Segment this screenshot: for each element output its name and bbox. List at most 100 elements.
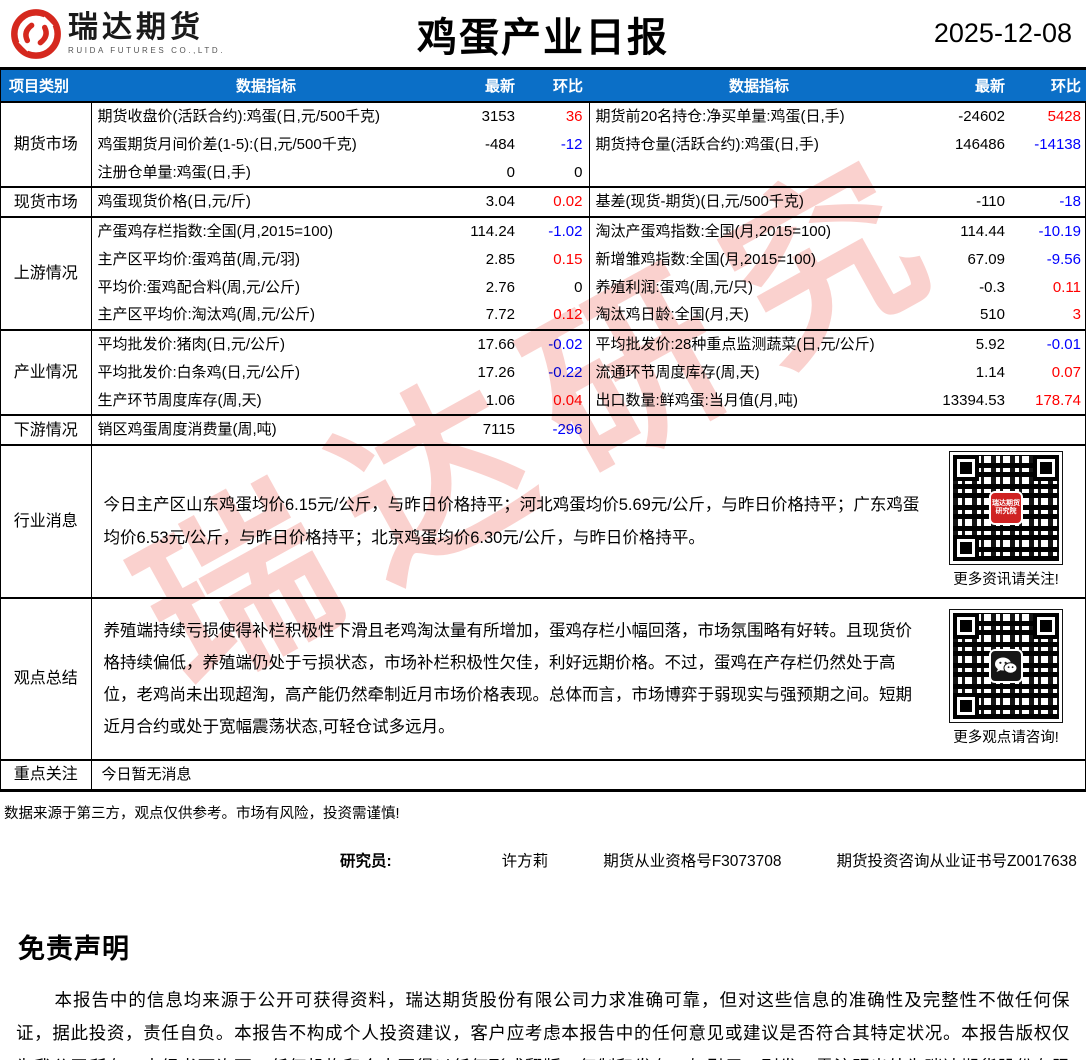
col-header-category: 项目类别 xyxy=(1,70,91,103)
indicator-cell: 主产区平均价:淘汰鸡(周,元/公斤) xyxy=(97,306,316,324)
summary-cell: 养殖端持续亏损使得补栏积极性下滑且老鸡淘汰量有所增加，蛋鸡存栏小幅回落，市场氛围… xyxy=(91,597,1086,761)
chg-cell: -14138 xyxy=(1034,135,1081,153)
summary-qr-code xyxy=(949,608,1063,723)
focus-row: 重点关注 今日暂无消息 xyxy=(1,759,1086,792)
latest-cell: 0 xyxy=(506,163,515,181)
table-row: 平均价:蛋鸡配合料(周,元/公斤) 2.76 0 养殖利润:蛋鸡(周,元/只) … xyxy=(1,273,1086,302)
latest-cell: -484 xyxy=(484,135,515,153)
chg-cell: 0.07 xyxy=(1051,363,1081,381)
table-row: 生产环节周度库存(周,天) 1.06 0.04 出口数量:鲜鸡蛋:当月值(月,吨… xyxy=(1,386,1086,416)
latest-cell: -0.3 xyxy=(979,278,1005,296)
indicator-cell xyxy=(589,159,929,188)
table-row: 上游情况 产蛋鸡存栏指数:全国(月,2015=100) 114.24 -1.02… xyxy=(1,216,1086,330)
researcher-label: 研究员: xyxy=(340,852,392,870)
news-qr-code: 瑞达期货 研究院 xyxy=(949,451,1063,565)
col-header-indicator-left: 数据指标 xyxy=(91,70,441,103)
researcher-name: 许方莉 xyxy=(501,852,549,870)
indicator-cell: 期货收盘价(活跃合约):鸡蛋(日,元/500千克) xyxy=(91,101,441,131)
chg-cell: 0.15 xyxy=(521,245,590,274)
indicator-cell: 淘汰鸡日龄:全国(月,天) xyxy=(595,306,749,324)
main-table-wrap: 项目类别 数据指标 最新 环比 数据指标 最新 环比 期货市场 期货收盘价(活跃… xyxy=(0,67,1086,792)
indicator-cell: 期货前20名持仓:净买单量:鸡蛋(日,手) xyxy=(589,101,929,131)
page-title: 鸡蛋产业日报 xyxy=(417,15,669,60)
indicator-cell: 基差(现货-期货)(日,元/500千克) xyxy=(589,186,929,217)
chg-cell: -296 xyxy=(521,414,590,445)
table-row: 下游情况 销区鸡蛋周度消费量(周,吨) 7115 -296 xyxy=(1,414,1086,445)
section-category: 产业情况 xyxy=(1,328,92,416)
section-category: 行业消息 xyxy=(1,443,92,599)
indicator-cell xyxy=(589,414,929,445)
researcher-line: 研究员: 许方莉 期货从业资格号F3073708 期货投资咨询从业证书号Z001… xyxy=(340,849,1086,871)
indicator-cell: 淘汰产蛋鸡指数:全国(月,2015=100) xyxy=(589,216,929,246)
disclaimer-section: 免责声明 本报告中的信息均来源于公开可获得资料，瑞达期货股份有限公司力求准确可靠… xyxy=(0,927,1086,1060)
indicator-cell: 平均批发价:猪肉(日,元/公斤) xyxy=(91,329,441,359)
table-row: 现货市场 鸡蛋现货价格(日,元/斤) 3.04 0.02 基差(现货-期货)(日… xyxy=(1,186,1086,217)
chg-cell: -0.01 xyxy=(1011,329,1086,359)
table-row: 产业情况 平均批发价:猪肉(日,元/公斤) 17.66 -0.02 平均批发价:… xyxy=(1,328,1086,416)
indicator-cell: 产蛋鸡存栏指数:全国(月,2015=100) xyxy=(91,216,441,246)
latest-cell: 7115 xyxy=(441,414,521,445)
col-header-indicator-right: 数据指标 xyxy=(589,70,929,103)
chg-cell: 178.74 xyxy=(1035,391,1081,409)
table-row: 注册仓单量:鸡蛋(日,手) 0 0 xyxy=(1,158,1086,188)
latest-cell: 114.44 xyxy=(929,216,1011,246)
qr-finder-icon xyxy=(953,455,979,481)
chg-cell: -10.19 xyxy=(1011,216,1086,246)
news-row: 行业消息 今日主产区山东鸡蛋均价6.15元/公斤，与昨日价格持平；河北鸡蛋均价5… xyxy=(1,443,1086,599)
col-header-chg-left: 环比 xyxy=(521,70,589,103)
chg-cell: -0.02 xyxy=(521,329,590,359)
indicator-cell: 主产区平均价:蛋鸡苗(周,元/羽) xyxy=(97,250,301,268)
indicator-cell: 流通环节周度库存(周,天) xyxy=(595,363,760,381)
table-row: 主产区平均价:淘汰鸡(周,元/公斤) 7.72 0.12 淘汰鸡日龄:全国(月,… xyxy=(1,301,1086,330)
chg-cell: -1.02 xyxy=(521,216,590,246)
table-row: 主产区平均价:蛋鸡苗(周,元/羽) 2.85 0.15 新增雏鸡指数:全国(月,… xyxy=(1,245,1086,274)
table-row: 平均批发价:白条鸡(日,元/公斤) 17.26 -0.22 流通环节周度库存(周… xyxy=(1,358,1086,387)
wechat-icon xyxy=(989,648,1023,683)
indicator-cell: 平均批发价:28种重点监测蔬菜(日,元/公斤) xyxy=(589,329,929,359)
indicator-cell: 鸡蛋现货价格(日,元/斤) xyxy=(91,186,441,217)
indicator-cell: 生产环节周度库存(周,天) xyxy=(97,391,262,409)
table-header-row: 项目类别 数据指标 最新 环比 数据指标 最新 环比 xyxy=(1,70,1086,103)
report-header: 瑞达期货 RUIDA FUTURES CO.,LTD. 鸡蛋产业日报 2025-… xyxy=(0,0,1086,67)
latest-cell: 510 xyxy=(979,306,1005,324)
disclaimer-title: 免责声明 xyxy=(18,933,130,964)
section-category: 现货市场 xyxy=(1,186,92,217)
chg-cell: -9.56 xyxy=(1046,250,1081,268)
risk-note: 数据来源于第三方，观点仅供参考。市场有风险，投资需谨慎! xyxy=(4,805,400,822)
section-category: 下游情况 xyxy=(1,414,92,445)
latest-cell: 1.06 xyxy=(485,391,515,409)
focus-text: 今日暂无消息 xyxy=(91,759,1086,792)
latest-cell: 146486 xyxy=(954,135,1005,153)
chg-cell: -0.22 xyxy=(521,358,590,387)
qr-finder-icon xyxy=(953,612,979,639)
chg-cell: 36 xyxy=(521,101,590,131)
news-text: 今日主产区山东鸡蛋均价6.15元/公斤，与昨日价格持平；河北鸡蛋均价5.69元/… xyxy=(103,496,920,547)
latest-cell xyxy=(929,414,1011,445)
news-cell: 今日主产区山东鸡蛋均价6.15元/公斤，与昨日价格持平；河北鸡蛋均价5.69元/… xyxy=(91,443,1086,599)
news-qr-block: 瑞达期货 研究院 更多资讯请关注! xyxy=(935,451,1077,591)
indicator-cell: 新增雏鸡指数:全国(月,2015=100) xyxy=(595,250,816,268)
chg-cell: 0.11 xyxy=(1052,278,1081,296)
chg-cell: 3 xyxy=(1072,306,1081,324)
indicator-cell: 鸡蛋期货月间价差(1-5):(日,元/500千克) xyxy=(97,135,357,153)
summary-text: 养殖端持续亏损使得补栏积极性下滑且老鸡淘汰量有所增加，蛋鸡存栏小幅回落，市场氛围… xyxy=(103,621,913,737)
chg-cell: -12 xyxy=(521,130,590,159)
qualification-no: 期货从业资格号F3073708 xyxy=(603,852,782,870)
qr-finder-icon xyxy=(953,692,979,719)
summary-qr-block: 更多观点请咨询! xyxy=(935,608,1077,749)
latest-cell: 7.72 xyxy=(485,306,515,324)
summary-qr-caption: 更多观点请咨询! xyxy=(953,729,1059,746)
chg-cell: 0 xyxy=(521,273,590,302)
col-header-chg-right: 环比 xyxy=(1011,70,1086,103)
indicator-cell: 养殖利润:蛋鸡(周,元/只) xyxy=(595,278,754,296)
latest-cell: 1.14 xyxy=(975,363,1005,381)
indicator-cell: 期货持仓量(活跃合约):鸡蛋(日,手) xyxy=(595,135,819,153)
latest-cell: -110 xyxy=(929,186,1011,217)
latest-cell: 17.66 xyxy=(441,329,521,359)
indicator-cell: 销区鸡蛋周度消费量(周,吨) xyxy=(91,414,441,445)
latest-cell: 67.09 xyxy=(967,250,1005,268)
col-header-latest-left: 最新 xyxy=(441,70,521,103)
disclaimer-body: 本报告中的信息均来源于公开可获得资料，瑞达期货股份有限公司力求准确可靠，但对这些… xyxy=(16,989,1070,1060)
news-qr-caption: 更多资讯请关注! xyxy=(953,572,1059,588)
latest-cell: 2.76 xyxy=(485,278,515,296)
